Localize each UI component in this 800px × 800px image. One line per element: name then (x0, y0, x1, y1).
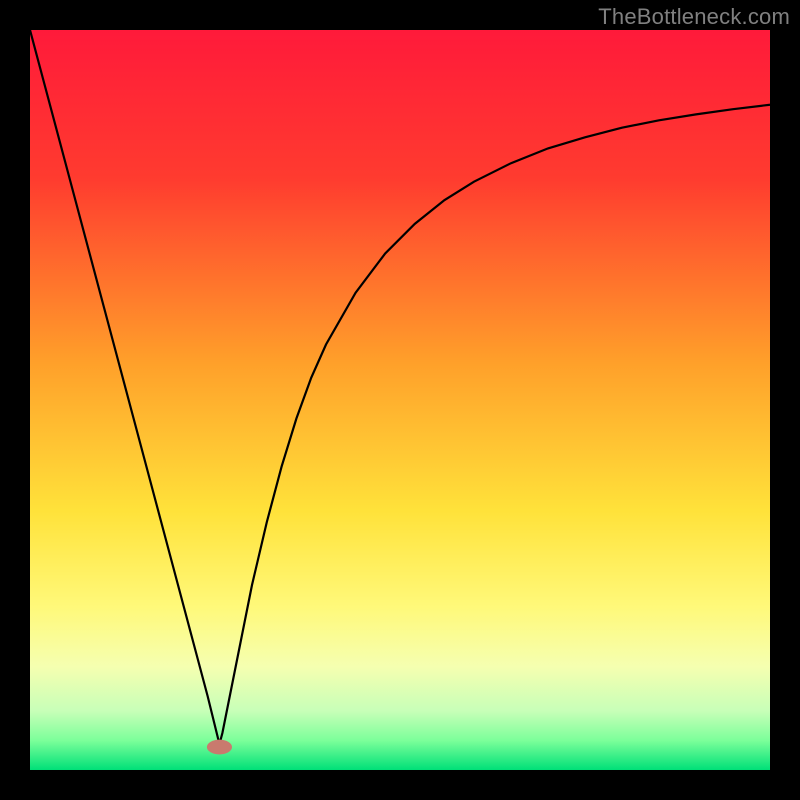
chart-svg (30, 30, 770, 770)
gradient-background (30, 30, 770, 770)
plot-area (30, 30, 770, 770)
attribution-label: TheBottleneck.com (598, 4, 790, 30)
chart-frame: TheBottleneck.com (0, 0, 800, 800)
minimum-marker (207, 740, 232, 755)
